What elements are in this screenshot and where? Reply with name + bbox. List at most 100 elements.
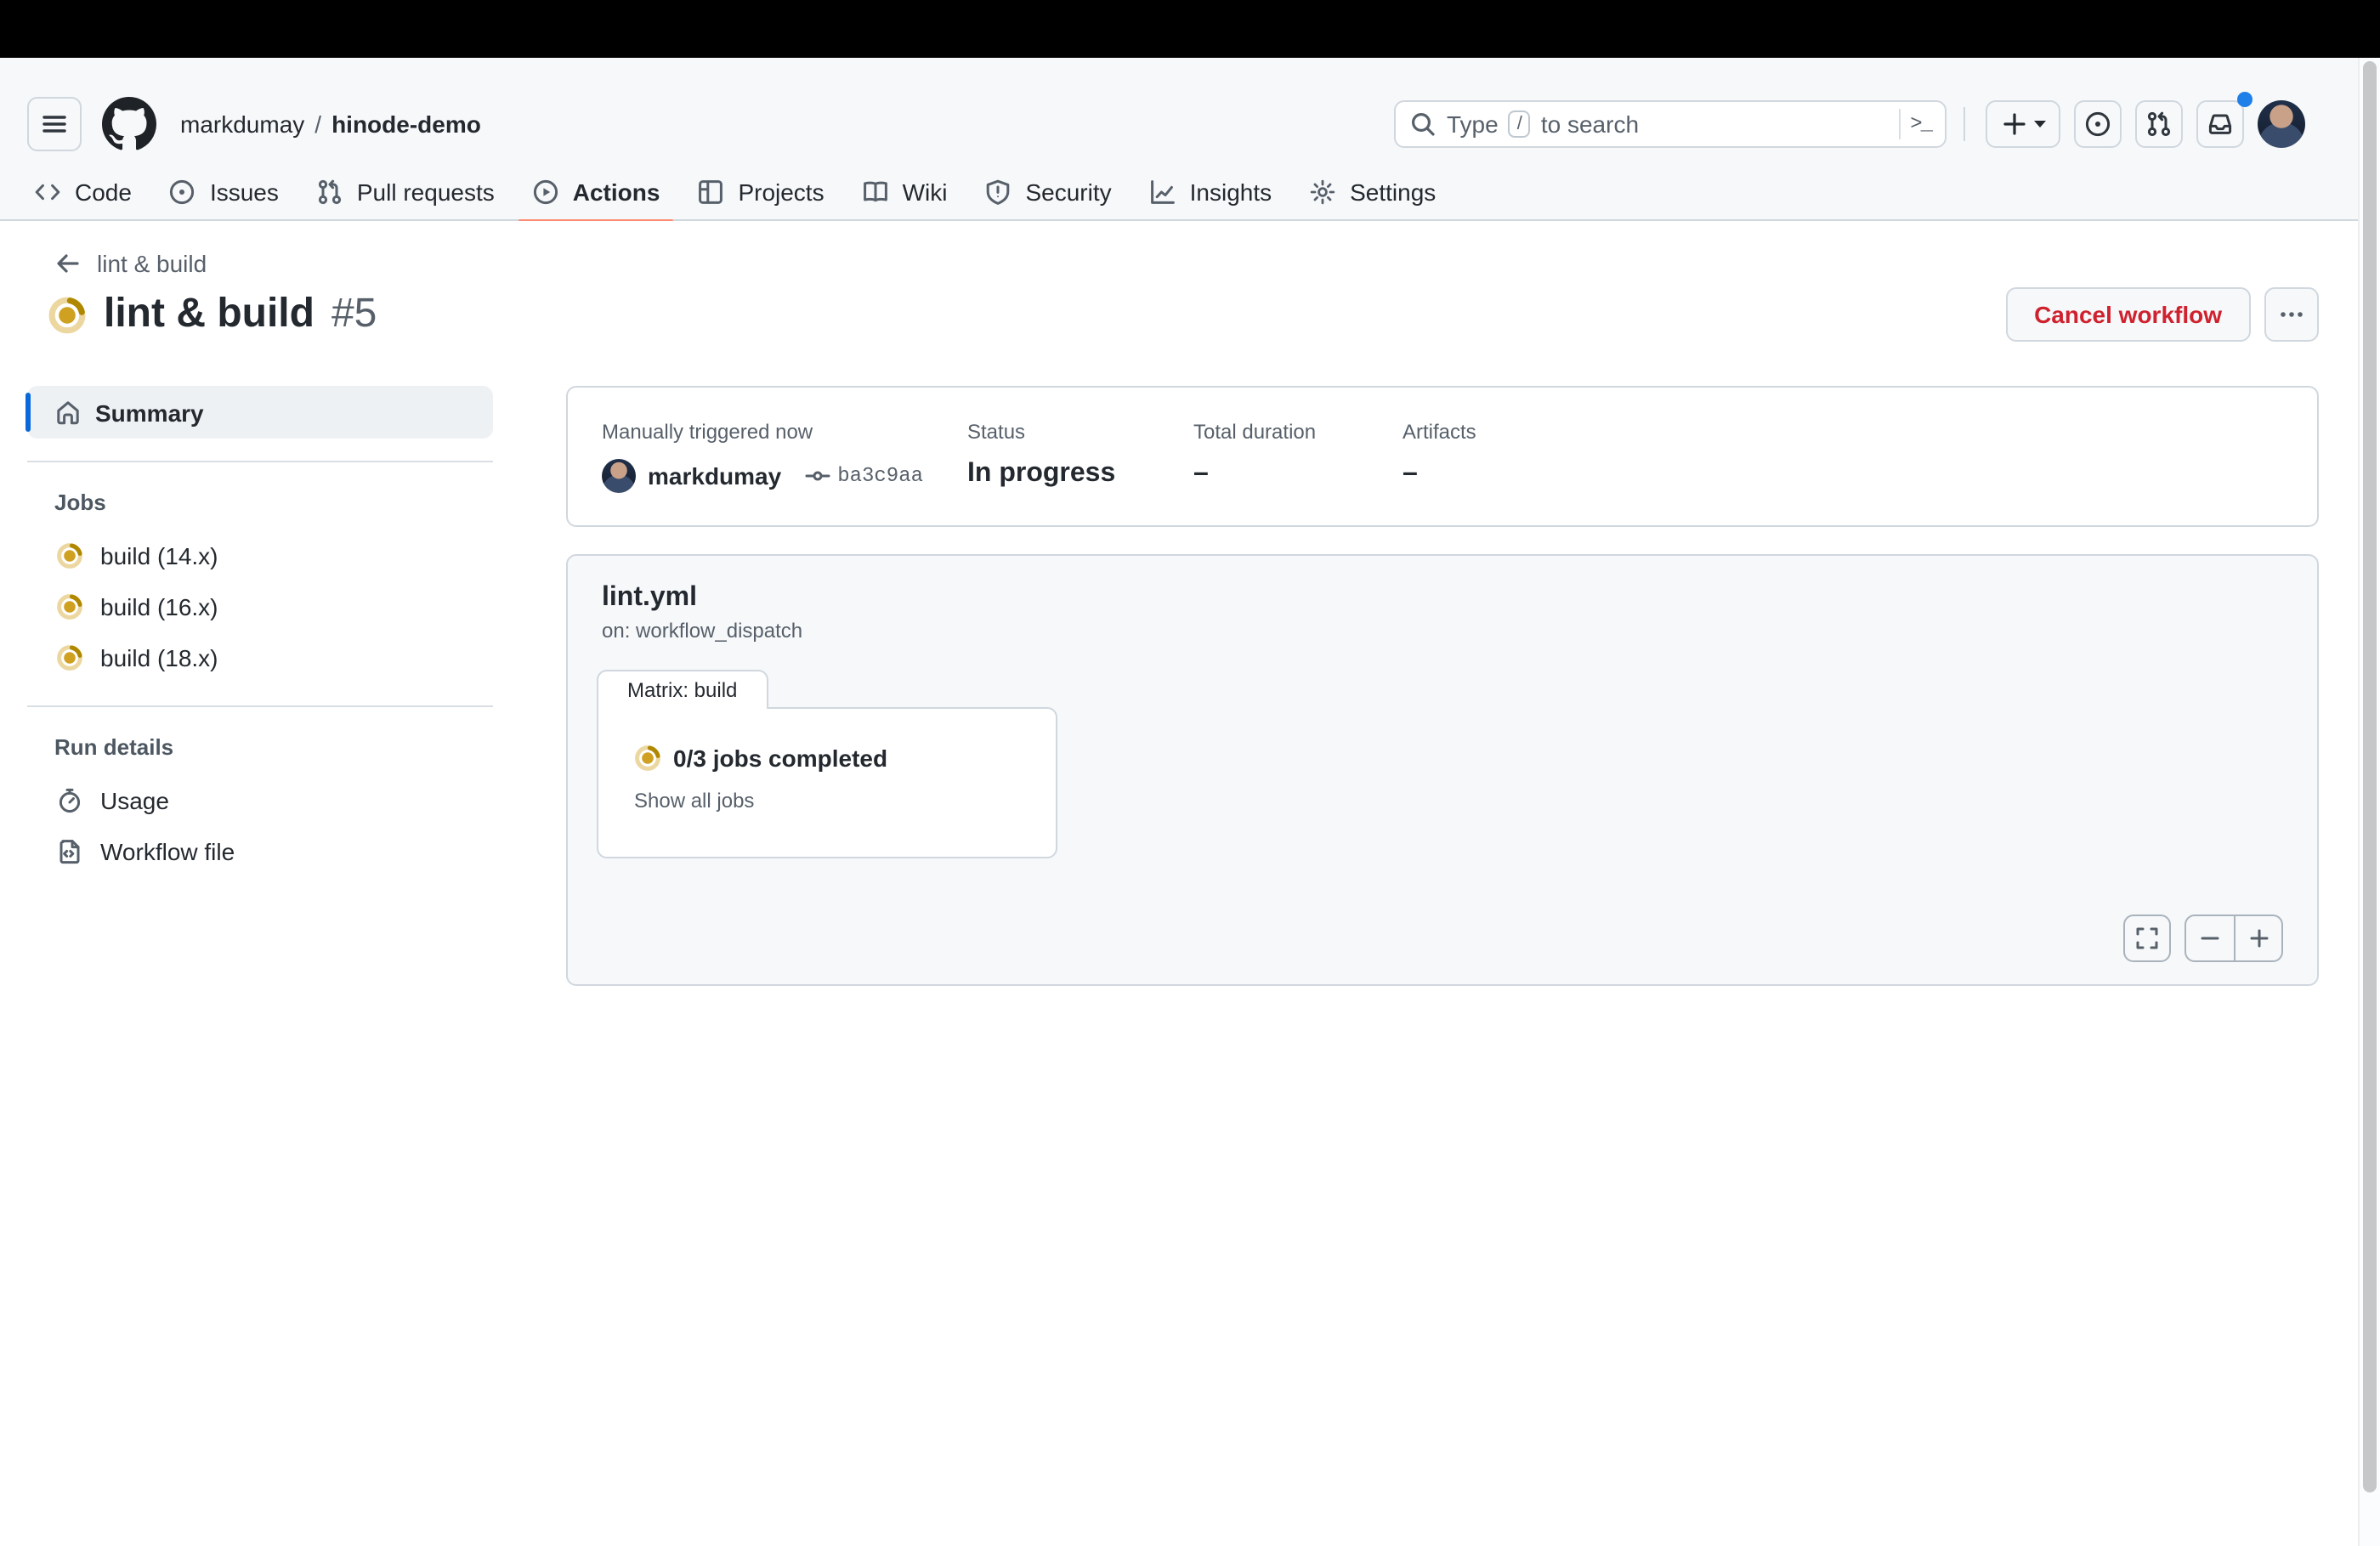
breadcrumb: markdumay / hinode-demo bbox=[180, 110, 481, 137]
page-scrollbar[interactable] bbox=[2358, 58, 2380, 1546]
in-progress-status-icon bbox=[56, 593, 83, 620]
search-icon bbox=[1409, 110, 1436, 137]
actor-link[interactable]: markdumay bbox=[648, 462, 781, 490]
hamburger-icon bbox=[42, 115, 66, 132]
artifacts-value: – bbox=[1402, 459, 1418, 488]
tab-label: Settings bbox=[1350, 178, 1436, 206]
job-label: build (16.x) bbox=[100, 593, 218, 620]
tab-code[interactable]: Code bbox=[20, 163, 145, 221]
global-issues-button[interactable] bbox=[2074, 99, 2122, 147]
arrow-left-icon bbox=[57, 254, 79, 273]
sidebar-item-usage[interactable]: Usage bbox=[27, 775, 493, 826]
sidebar-job-item[interactable]: build (14.x) bbox=[27, 530, 493, 581]
graph-zoom-controls bbox=[2123, 915, 2283, 962]
breadcrumb-repo-link[interactable]: hinode-demo bbox=[332, 110, 481, 137]
inbox-icon bbox=[2208, 113, 2232, 133]
fullscreen-button[interactable] bbox=[2123, 915, 2171, 962]
kebab-icon bbox=[2281, 312, 2303, 317]
show-all-jobs-link[interactable]: Show all jobs bbox=[634, 789, 754, 813]
run-sidebar: Summary Jobs build (14.x) build (16.x) b… bbox=[26, 386, 493, 877]
sidebar-divider bbox=[27, 705, 493, 707]
browser-chrome-bar bbox=[0, 0, 2380, 58]
zoom-out-button[interactable] bbox=[2186, 916, 2234, 960]
breadcrumb-owner-link[interactable]: markdumay bbox=[180, 110, 304, 137]
tab-settings[interactable]: Settings bbox=[1295, 163, 1449, 221]
project-table-icon bbox=[699, 180, 723, 204]
back-to-workflow-link[interactable]: lint & build bbox=[54, 250, 207, 277]
scrollbar-thumb[interactable] bbox=[2363, 61, 2377, 1492]
slash-key-hint: / bbox=[1508, 110, 1531, 137]
back-label: lint & build bbox=[97, 250, 207, 277]
home-icon bbox=[57, 400, 79, 424]
github-actions-run-page: markdumay / hinode-demo Type / to search… bbox=[0, 0, 2380, 1546]
artifacts-label: Artifacts bbox=[1402, 420, 1476, 444]
hamburger-menu-button[interactable] bbox=[27, 96, 82, 150]
trigger-label: Manually triggered now bbox=[602, 420, 813, 444]
tab-label: Code bbox=[75, 178, 132, 206]
in-progress-status-icon bbox=[56, 644, 83, 671]
run-summary-card: Manually triggered now markdumay ba3c9aa… bbox=[566, 386, 2319, 527]
github-logo[interactable] bbox=[102, 96, 156, 150]
run-options-kebab-button[interactable] bbox=[2264, 287, 2319, 342]
jobs-list: build (14.x) build (16.x) build (18.x) bbox=[27, 530, 493, 683]
tab-projects[interactable]: Projects bbox=[683, 163, 837, 221]
git-pull-request-icon bbox=[318, 179, 341, 205]
search-placeholder-prefix: Type bbox=[1447, 110, 1499, 137]
tab-label: Actions bbox=[572, 178, 660, 206]
tab-label: Issues bbox=[209, 178, 279, 206]
duration-label: Total duration bbox=[1193, 420, 1317, 444]
header-divider bbox=[1964, 106, 1965, 140]
run-main-column: Manually triggered now markdumay ba3c9aa… bbox=[566, 386, 2319, 986]
graph-icon bbox=[1150, 180, 1175, 204]
search-input[interactable]: Type / to search >_ bbox=[1394, 99, 1946, 147]
sidebar-item-workflow-file[interactable]: Workflow file bbox=[27, 826, 493, 877]
commit-link[interactable]: ba3c9aa bbox=[803, 462, 923, 490]
tab-insights[interactable]: Insights bbox=[1136, 163, 1286, 221]
sidebar-divider bbox=[27, 461, 493, 462]
workflow-file-name: lint.yml bbox=[602, 583, 698, 612]
git-pull-request-icon bbox=[2147, 110, 2171, 136]
sidebar-job-item[interactable]: build (16.x) bbox=[27, 581, 493, 632]
gear-icon bbox=[1310, 179, 1335, 205]
sidebar-usage-label: Usage bbox=[100, 787, 169, 814]
commit-sha: ba3c9aa bbox=[837, 464, 924, 488]
zoom-in-button[interactable] bbox=[2234, 916, 2281, 960]
notifications-inbox-button[interactable] bbox=[2196, 99, 2244, 147]
tab-security[interactable]: Security bbox=[971, 163, 1125, 221]
tab-issues[interactable]: Issues bbox=[156, 163, 292, 221]
tab-wiki[interactable]: Wiki bbox=[848, 163, 961, 221]
tab-actions[interactable]: Actions bbox=[518, 163, 675, 223]
code-file-icon bbox=[60, 840, 80, 864]
repo-tab-bar: Code Issues Pull requests Actions Projec… bbox=[0, 163, 2380, 223]
user-avatar[interactable] bbox=[2258, 99, 2305, 147]
issue-opened-icon bbox=[170, 179, 196, 205]
play-circle-icon bbox=[533, 179, 558, 205]
create-new-button[interactable] bbox=[1986, 99, 2060, 147]
run-title-row: lint & build #5 bbox=[48, 291, 377, 338]
tab-pull-requests[interactable]: Pull requests bbox=[303, 163, 508, 221]
tab-label: Security bbox=[1025, 178, 1112, 206]
plus-icon bbox=[2003, 112, 2025, 134]
matrix-jobs-card: 0/3 jobs completed Show all jobs bbox=[597, 707, 1057, 858]
code-icon bbox=[35, 184, 60, 201]
matrix-build-tab[interactable]: Matrix: build bbox=[597, 670, 768, 709]
fullscreen-icon bbox=[2136, 927, 2158, 949]
command-palette-icon[interactable]: >_ bbox=[1910, 111, 1933, 135]
job-label: build (14.x) bbox=[100, 542, 218, 569]
jobs-section-title: Jobs bbox=[54, 490, 106, 515]
cancel-workflow-button[interactable]: Cancel workflow bbox=[2005, 287, 2251, 342]
tab-label: Projects bbox=[738, 178, 824, 206]
matrix-progress[interactable]: 0/3 jobs completed bbox=[634, 745, 1056, 772]
caret-down-icon bbox=[2033, 120, 2045, 127]
status-label: Status bbox=[967, 420, 1026, 444]
book-icon bbox=[863, 181, 887, 202]
actor-avatar[interactable] bbox=[602, 459, 636, 493]
sidebar-job-item[interactable]: build (18.x) bbox=[27, 632, 493, 683]
sidebar-item-summary[interactable]: Summary bbox=[26, 386, 493, 439]
sidebar-summary-label: Summary bbox=[95, 399, 204, 426]
plus-icon bbox=[2249, 929, 2268, 948]
in-progress-status-icon bbox=[634, 745, 661, 772]
in-progress-status-icon bbox=[48, 295, 87, 334]
duration-value: – bbox=[1193, 459, 1209, 488]
global-pull-requests-button[interactable] bbox=[2135, 99, 2183, 147]
